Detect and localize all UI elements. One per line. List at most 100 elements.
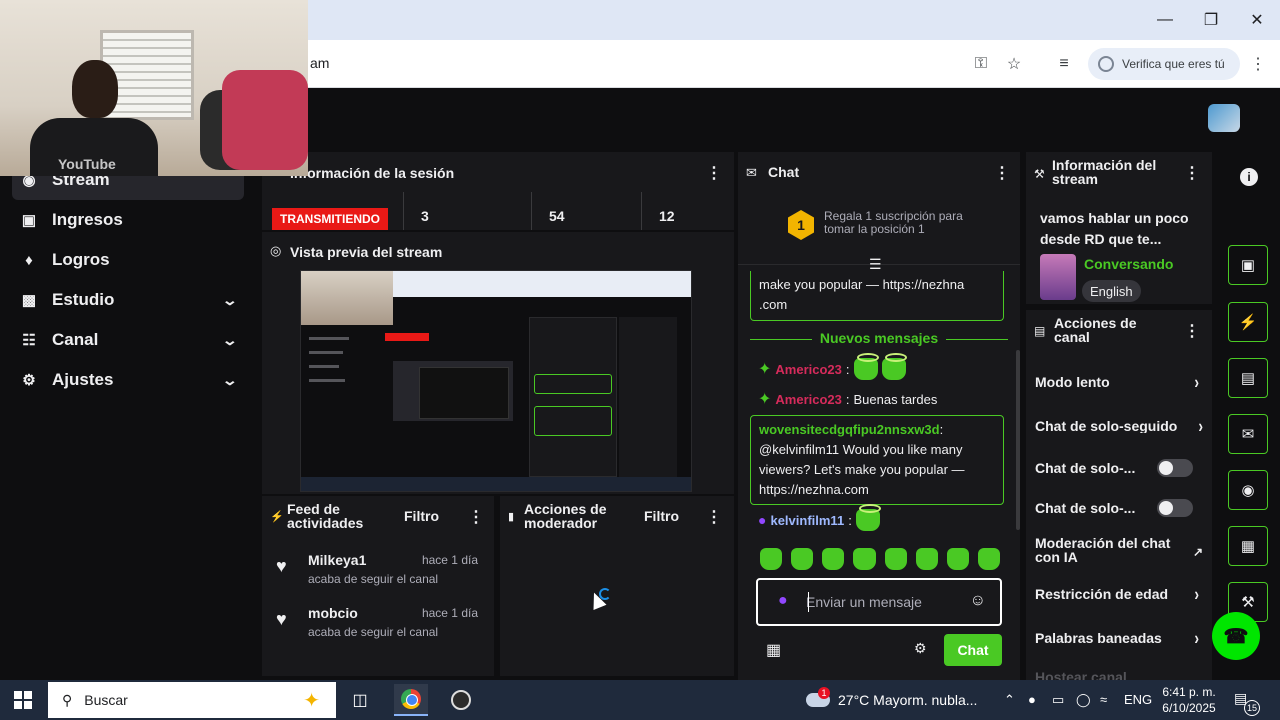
- headset-icon[interactable]: ☎: [1212, 612, 1260, 660]
- gear-icon[interactable]: ⚙: [914, 640, 927, 657]
- send-chat-button[interactable]: Chat: [944, 634, 1002, 666]
- new-messages-divider[interactable]: Nuevos mensajes: [738, 330, 1020, 348]
- sub-promo-text: Regala 1 suscripción para tomar la posic…: [824, 209, 963, 236]
- category-thumbnail[interactable]: [1040, 254, 1076, 300]
- chat-input-box[interactable]: ● ☺: [756, 578, 1002, 626]
- task-view-icon[interactable]: ◫: [343, 684, 377, 716]
- emote-only-toggle[interactable]: [1157, 499, 1193, 517]
- bolt-icon[interactable]: ⚡: [1228, 302, 1268, 342]
- emote-icon[interactable]: [853, 548, 876, 570]
- sidebar-item-ajustes[interactable]: ⚙ Ajustes ⌄: [12, 360, 244, 400]
- more-icon[interactable]: ⋮: [994, 163, 1010, 183]
- host-channel-item[interactable]: Hostear canal: [1035, 670, 1205, 680]
- more-icon[interactable]: ⋮: [468, 507, 484, 527]
- star-icon[interactable]: ☆: [1003, 53, 1025, 75]
- search-icon: ⚲: [62, 691, 73, 708]
- chat-username[interactable]: Americo23: [775, 362, 841, 377]
- followers-only-item[interactable]: Chat de solo-seguido ›: [1035, 419, 1207, 433]
- close-button[interactable]: ✕: [1234, 0, 1280, 40]
- maximize-button[interactable]: ❐: [1188, 0, 1234, 40]
- obs-icon[interactable]: [444, 684, 478, 716]
- chat-message[interactable]: wovensitecdgqfipu2nnsxw3d: @kelvinfilm11…: [750, 415, 1004, 505]
- sidebar-item-label: Logros: [52, 250, 110, 269]
- slow-mode-item[interactable]: Modo lento ›: [1035, 373, 1205, 391]
- list-item: ♥ mobcio hace 1 día acaba de seguir el c…: [262, 605, 494, 645]
- chat-message[interactable]: ✦ Americo23: Buenas tardes: [758, 387, 1008, 411]
- emote-icon[interactable]: [822, 548, 845, 570]
- minimize-button[interactable]: —: [1142, 0, 1188, 40]
- sparkle-icon: ✦: [758, 391, 772, 408]
- avatar[interactable]: [1208, 104, 1240, 132]
- windows-start-icon[interactable]: [14, 691, 32, 709]
- ai-moderation-item[interactable]: Moderación del chat con IA ↗: [1035, 536, 1203, 564]
- language-indicator[interactable]: ENG: [1124, 692, 1152, 707]
- emote-suggestions: [760, 548, 1000, 572]
- key-icon[interactable]: ⚿: [970, 53, 992, 75]
- heart-icon: ♥: [276, 556, 287, 576]
- emote-icon[interactable]: [760, 548, 783, 570]
- chat-input[interactable]: [806, 590, 956, 614]
- playlist-icon[interactable]: ≡: [1053, 53, 1075, 75]
- category-link[interactable]: Conversando: [1084, 256, 1173, 272]
- emote-icon[interactable]: [946, 548, 969, 570]
- broadcast-icon[interactable]: ◉: [1228, 470, 1268, 510]
- chat-username[interactable]: kelvinfilm11: [770, 513, 844, 528]
- emote-icon[interactable]: [915, 548, 938, 570]
- battery-icon[interactable]: ▭: [1052, 692, 1064, 708]
- chrome-icon[interactable]: [394, 684, 428, 716]
- chat-bubble-icon[interactable]: ✉: [1228, 414, 1268, 454]
- chevron-up-icon[interactable]: ⌃: [1004, 692, 1015, 708]
- more-icon[interactable]: ⋮: [706, 163, 722, 183]
- chat-message[interactable]: make you popular — https://nezhna .com: [750, 271, 1004, 321]
- feed-username[interactable]: mobcio: [308, 605, 358, 621]
- more-icon[interactable]: ⋮: [1247, 53, 1269, 75]
- feed-username[interactable]: Milkeya1: [308, 552, 366, 568]
- chat-scrollbar[interactable]: [1016, 350, 1020, 530]
- wifi-icon[interactable]: ≈: [1100, 692, 1107, 707]
- chat-username[interactable]: Americo23: [775, 392, 841, 407]
- emoji-icon[interactable]: ☺: [970, 592, 986, 610]
- more-icon[interactable]: ⋮: [1184, 321, 1200, 341]
- stream-title: vamos hablar un poco desde RD que te...: [1040, 210, 1189, 247]
- emote-icon[interactable]: [977, 548, 1000, 570]
- tag-badge[interactable]: English: [1082, 280, 1141, 302]
- banned-words-item[interactable]: Palabras baneadas ›: [1035, 629, 1205, 647]
- taskbar-search[interactable]: ⚲ Buscar ✦: [48, 682, 336, 718]
- sparkle-icon: ✦: [758, 361, 772, 378]
- app-header: [308, 88, 1280, 146]
- more-icon[interactable]: ⋮: [706, 507, 722, 527]
- mic-icon[interactable]: ●: [1028, 692, 1036, 707]
- chat-message[interactable]: ✦ Americo23:: [758, 353, 1008, 381]
- clock[interactable]: 6:41 p. m. 6/10/2025: [1158, 684, 1220, 716]
- session-info-panel: Información de la sesión ⋮ TRANSMITIENDO…: [262, 152, 734, 230]
- sub-gift-promo[interactable]: 1 Regala 1 suscripción para tomar la pos…: [738, 192, 1020, 264]
- panel-title: Acciones de moderador: [524, 501, 607, 531]
- sidebar-item-estudio[interactable]: ▩ Estudio ⌄: [12, 280, 244, 320]
- security-icon[interactable]: ◯: [1076, 692, 1091, 708]
- weather-widget[interactable]: 27°C Mayorm. nubla...: [806, 680, 977, 720]
- chat-message[interactable]: ● kelvinfilm11:: [758, 504, 1008, 532]
- sidebar-item-canal[interactable]: ☷ Canal ⌄: [12, 320, 244, 360]
- age-restriction-item[interactable]: Restricción de edad ›: [1035, 585, 1205, 603]
- mic-icon[interactable]: ●: [778, 592, 788, 610]
- info-icon[interactable]: i: [1240, 168, 1258, 186]
- notes-icon[interactable]: ▤: [1228, 358, 1268, 398]
- divider: [641, 192, 642, 230]
- layout-icon[interactable]: ▦: [1228, 526, 1268, 566]
- gift-icon[interactable]: ▦: [766, 640, 781, 660]
- verify-button[interactable]: Verifica que eres tú: [1088, 48, 1240, 80]
- screenshot-icon[interactable]: ▣: [1228, 245, 1268, 285]
- subs-only-toggle[interactable]: [1157, 459, 1193, 477]
- more-icon[interactable]: ⋮: [1184, 163, 1200, 183]
- panel-title: Información del stream: [1052, 157, 1157, 187]
- emote-icon[interactable]: [791, 548, 814, 570]
- sidebar-item-ingresos[interactable]: ▣ Ingresos: [12, 200, 244, 240]
- stream-preview-video[interactable]: [300, 270, 692, 492]
- filter-button[interactable]: Filtro: [644, 508, 679, 524]
- sidebar-item-logros[interactable]: ♦ Logros: [12, 240, 244, 280]
- filter-button[interactable]: Filtro: [404, 508, 439, 524]
- url-text[interactable]: am: [310, 55, 329, 71]
- chat-username[interactable]: wovensitecdgqfipu2nnsxw3d: [759, 422, 940, 437]
- emote-icon[interactable]: [884, 548, 907, 570]
- preview-icon: ◎: [270, 243, 282, 258]
